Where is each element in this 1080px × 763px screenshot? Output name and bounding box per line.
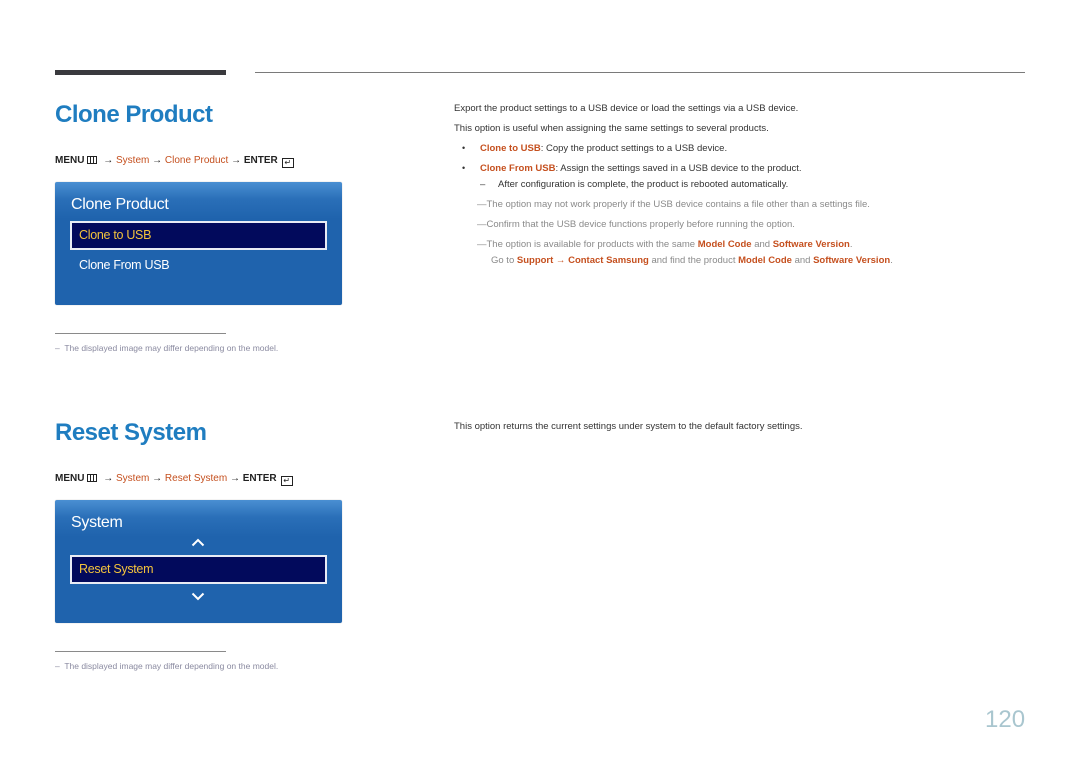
footnote-dash: – — [55, 661, 60, 671]
note-text: . — [890, 255, 893, 266]
note-confirm-usb: ―Confirm that the USB device functions p… — [477, 219, 795, 230]
note-text: The option may not work properly if the … — [486, 199, 870, 210]
note-text: The option is available for products wit… — [486, 239, 698, 250]
note-text: and find the product — [648, 255, 739, 266]
term-model-code: Model Code — [738, 255, 792, 266]
term-software-version: Software Version — [813, 255, 891, 266]
term-model-code: Model Code — [697, 239, 752, 250]
osd-clone-product-panel: Clone Product Clone to USB Clone From US… — [55, 182, 342, 305]
osd-system-panel: System Reset System — [55, 500, 342, 623]
arrow: → — [231, 155, 242, 166]
note-dash: ― — [477, 199, 487, 210]
chevron-up-icon[interactable] — [191, 538, 205, 547]
enter-icon: ↵ — [280, 476, 293, 486]
arrow: → — [152, 473, 163, 484]
menu-path-reset-system: MENU → System → Reset System → ENTER ↵ — [55, 473, 293, 486]
footnote-reset-system: – The displayed image may differ dependi… — [55, 661, 278, 671]
note-text: Confirm that the USB device functions pr… — [486, 219, 795, 230]
section-title-clone-product: Clone Product — [55, 101, 213, 128]
note-usb-file: ―The option may not work properly if the… — [477, 199, 870, 210]
term-software-version: Software Version — [772, 239, 850, 250]
sub-note-dash: – — [480, 179, 486, 190]
bullet-marker: • — [462, 143, 466, 153]
footnote-text: The displayed image may differ depending… — [64, 343, 279, 353]
note-text: and — [791, 255, 814, 266]
bullet-text: : Copy the product settings to a USB dev… — [540, 143, 728, 154]
note-text: . — [849, 239, 853, 250]
osd-item-clone-from-usb[interactable]: Clone From USB — [79, 258, 170, 272]
footnote-dash: – — [55, 343, 60, 353]
note-text: and — [751, 239, 773, 250]
bullet-term: Clone From USB — [480, 163, 556, 174]
osd-title: System — [71, 514, 123, 531]
section-title-reset-system: Reset System — [55, 419, 207, 446]
reset-system-description: This option returns the current settings… — [454, 421, 803, 432]
note-dash: ― — [477, 239, 487, 250]
arrow: → — [103, 155, 114, 166]
enter-label: ENTER — [243, 155, 278, 166]
note-text: Go to — [491, 255, 517, 266]
note-dash: ― — [477, 219, 487, 230]
enter-label: ENTER — [242, 473, 277, 484]
footnote-rule — [55, 651, 226, 652]
header-bar-thick — [55, 70, 226, 75]
menu-path-item: Reset System — [164, 473, 228, 484]
menu-path-system: System — [116, 155, 150, 166]
footnote-text: The displayed image may differ depending… — [64, 661, 279, 671]
menu-icon — [87, 474, 98, 482]
osd-item-clone-to-usb[interactable]: Clone to USB — [70, 221, 327, 250]
chevron-down-icon[interactable] — [191, 592, 205, 601]
menu-path-clone-product: MENU → System → Clone Product → ENTER ↵ — [55, 155, 294, 168]
osd-item-reset-system[interactable]: Reset System — [70, 555, 327, 584]
osd-title: Clone Product — [71, 196, 169, 213]
sub-note-reboot: After configuration is complete, the pro… — [498, 179, 789, 190]
menu-label: MENU — [55, 473, 85, 484]
enter-icon: ↵ — [281, 158, 294, 168]
description-line-1: Export the product settings to a USB dev… — [454, 103, 799, 114]
menu-icon — [87, 156, 98, 164]
bullet-term: Clone to USB — [480, 143, 541, 154]
bullet-marker: • — [462, 163, 466, 173]
page-number: 120 — [985, 706, 1026, 733]
footnote-clone-product: – The displayed image may differ dependi… — [55, 343, 278, 353]
menu-path-item: Clone Product — [164, 155, 229, 166]
arrow: → — [229, 473, 240, 484]
arrow: → — [553, 255, 569, 266]
description-line-2: This option is useful when assigning the… — [454, 123, 769, 134]
menu-path-system: System — [116, 473, 150, 484]
note-support-path: Go to Support → Contact Samsung and find… — [491, 255, 893, 266]
arrow: → — [103, 473, 114, 484]
header-rule — [255, 72, 1025, 73]
term-support: Support — [516, 255, 554, 266]
note-model-code: ―The option is available for products wi… — [477, 239, 852, 250]
bullet-text: : Assign the settings saved in a USB dev… — [555, 163, 802, 174]
menu-label: MENU — [55, 155, 85, 166]
arrow: → — [152, 155, 163, 166]
footnote-rule — [55, 333, 226, 334]
bullet-clone-from-usb: Clone From USB: Assign the settings save… — [480, 163, 802, 174]
bullet-clone-to-usb: Clone to USB: Copy the product settings … — [480, 143, 727, 154]
term-contact-samsung: Contact Samsung — [568, 255, 649, 266]
